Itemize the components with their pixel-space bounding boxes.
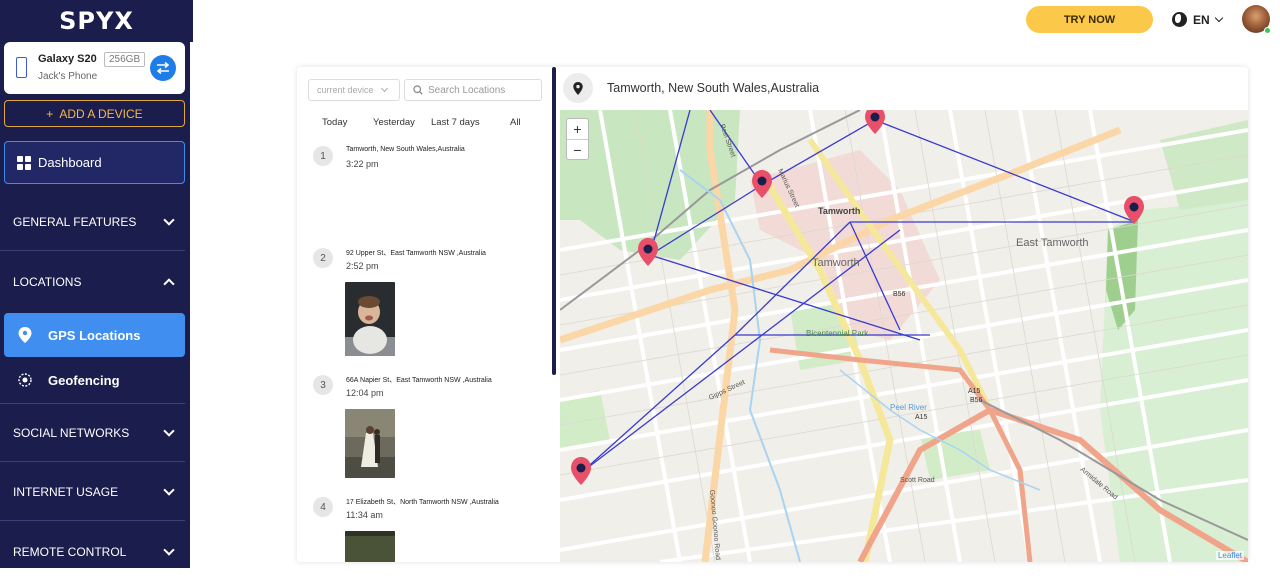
gps-locations-panel: current device Today Yesterday Last 7 da… (297, 67, 1248, 562)
device-owner: Jack's Phone (38, 71, 98, 82)
location-time: 11:34 am (346, 510, 383, 520)
location-photo-thumbnail[interactable] (345, 409, 395, 478)
map-view[interactable]: Tamworth Tamworth East Tamworth Bicenten… (560, 110, 1248, 562)
language-label: EN (1193, 12, 1210, 27)
label-route-a15: A15 (968, 388, 981, 395)
label-route-a15-b: A15 (915, 414, 928, 421)
device-name: Galaxy S20 (38, 53, 97, 65)
tab-yesterday[interactable]: Yesterday (373, 117, 415, 128)
nav-label: SOCIAL NETWORKS (13, 425, 130, 440)
nav-locations[interactable]: LOCATIONS (0, 253, 185, 311)
label-route-b56-b: B56 (893, 291, 906, 298)
location-index: 3 (313, 375, 333, 395)
search-icon (413, 85, 423, 95)
sidebar-item-geofencing[interactable]: Geofencing (4, 358, 185, 402)
locations-list-column: current device Today Yesterday Last 7 da… (297, 67, 555, 562)
dashboard-button[interactable]: Dashboard (4, 141, 185, 184)
search-locations-box[interactable] (404, 79, 542, 101)
device-storage-badge: 256GB (104, 52, 146, 67)
nav-label: GENERAL FEATURES (13, 214, 137, 229)
location-time: 12:04 pm (346, 388, 384, 398)
add-device-label: ADD A DEVICE (59, 106, 143, 121)
label-bicentennial-park: Bicentennial Park (806, 329, 869, 338)
zoom-in-button[interactable]: + (567, 119, 588, 139)
online-status-dot (1264, 27, 1271, 34)
location-time: 3:22 pm (346, 159, 379, 169)
sidebar-item-gps-locations[interactable]: GPS Locations (4, 313, 185, 357)
tab-all[interactable]: All (510, 117, 521, 128)
zoom-out-button[interactable]: − (567, 139, 588, 159)
location-address: 92 Upper St、East Tamworth NSW ,Australia (346, 250, 486, 257)
location-index: 4 (313, 497, 333, 517)
globe-icon (1172, 12, 1187, 27)
landscape-photo (345, 531, 395, 562)
try-now-button[interactable]: TRY NOW (1026, 6, 1153, 33)
location-time: 2:52 pm (346, 261, 379, 271)
phone-icon (16, 57, 27, 78)
logo-text: SPYX (59, 7, 134, 35)
nav-label: LOCATIONS (13, 275, 82, 289)
location-photo-thumbnail[interactable] (345, 531, 395, 562)
chevron-down-icon (163, 213, 175, 226)
add-device-button[interactable]: + ADD A DEVICE (4, 100, 185, 127)
tab-today[interactable]: Today (322, 117, 347, 128)
chevron-down-icon (380, 84, 388, 93)
location-photo-thumbnail[interactable] (345, 282, 395, 356)
label-east-tamworth: East Tamworth (1016, 237, 1089, 249)
location-pin-icon (18, 327, 32, 343)
map-location-title: Tamworth, New South Wales,Australia (607, 81, 820, 95)
nav-label: INTERNET USAGE (13, 484, 119, 499)
device-select-placeholder: current device (317, 85, 374, 95)
location-address: Tamworth, New South Wales,Australia (346, 146, 465, 153)
sidebar-item-label: GPS Locations (48, 327, 141, 343)
wedding-photo (345, 409, 395, 478)
map-canvas: Tamworth Tamworth East Tamworth Bicenten… (560, 110, 1248, 562)
sidebar: SPYX Galaxy S20 256GB Jack's Phone + ADD… (0, 0, 193, 568)
spyx-logo[interactable]: SPYX (0, 0, 193, 42)
device-select[interactable]: current device (308, 79, 400, 101)
label-tamworth: Tamworth (812, 257, 860, 269)
chevron-up-icon (163, 278, 175, 290)
nav-label: REMOTE CONTROL (13, 545, 127, 559)
chevron-down-icon (163, 424, 175, 437)
label-route-b56: B56 (970, 397, 983, 404)
leaflet-attribution[interactable]: Leaflet (1215, 551, 1244, 560)
list-scrollbar[interactable] (552, 67, 556, 375)
nav-internet-usage[interactable]: INTERNET USAGE (0, 463, 185, 521)
location-index: 1 (313, 146, 333, 166)
location-index: 2 (313, 248, 333, 268)
location-pin-icon (563, 73, 593, 103)
label-scott-road: Scott Road (900, 477, 935, 484)
location-address: 66A Napier St、East Tamworth NSW ,Austral… (346, 377, 492, 384)
language-selector[interactable]: EN (1172, 12, 1223, 27)
nav-general-features[interactable]: GENERAL FEATURES (0, 193, 185, 251)
nav-social-networks[interactable]: SOCIAL NETWORKS (0, 403, 185, 462)
label-peel-river: Peel River (890, 403, 927, 412)
chevron-down-icon (163, 544, 175, 556)
geofence-icon (18, 373, 32, 387)
plus-icon: + (46, 106, 54, 121)
dashboard-label: Dashboard (38, 155, 102, 170)
sidebar-item-label: Geofencing (48, 372, 120, 388)
label-tamworth-center: Tamworth (818, 206, 860, 216)
switch-device-button[interactable] (150, 55, 176, 81)
search-input[interactable] (428, 84, 538, 96)
map-header: Tamworth, New South Wales,Australia (559, 67, 1248, 109)
chevron-down-icon (163, 483, 175, 496)
location-address: 17 Elizabeth St、North Tamworth NSW ,Aust… (346, 499, 499, 506)
nav-remote-control[interactable]: REMOTE CONTROL (0, 523, 185, 581)
baby-photo (345, 282, 395, 356)
tab-last-7-days[interactable]: Last 7 days (431, 117, 480, 128)
zoom-control: + − (566, 118, 589, 160)
device-card[interactable]: Galaxy S20 256GB Jack's Phone (4, 42, 185, 94)
swap-icon (156, 62, 170, 74)
chevron-down-icon (1214, 13, 1223, 23)
dashboard-icon (17, 155, 31, 170)
